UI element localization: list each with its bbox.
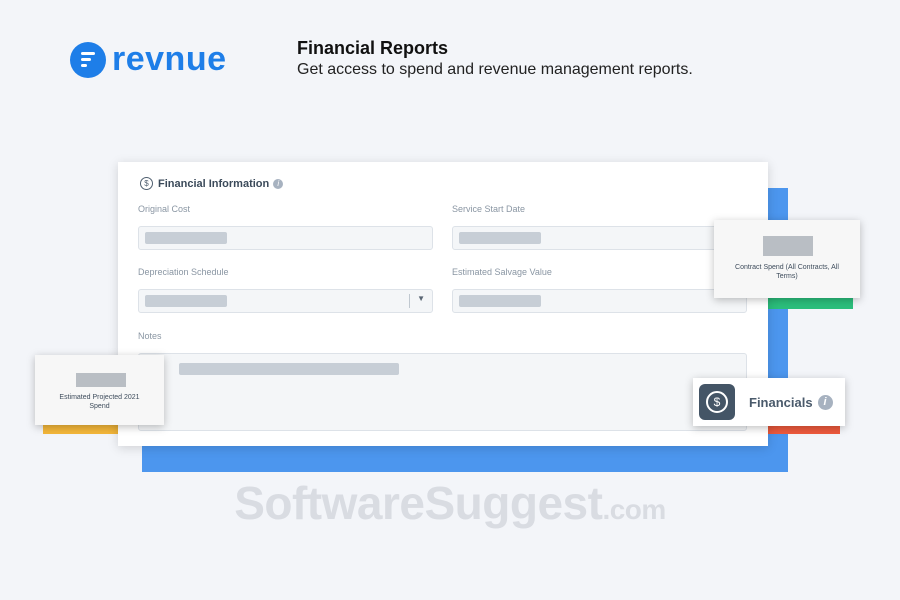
dollar-circle-icon: $ [706, 391, 728, 413]
depreciation-schedule-label: Depreciation Schedule [138, 267, 229, 277]
financials-label: Financials [749, 394, 813, 410]
redacted-value [145, 232, 227, 244]
page-subtitle: Get access to spend and revenue manageme… [297, 61, 693, 78]
card-title: Financial Information [158, 177, 270, 190]
redacted-value [763, 236, 813, 256]
notes-textarea[interactable] [138, 353, 747, 431]
depreciation-schedule-select[interactable]: ▼ [138, 289, 433, 313]
projected-spend-label: Estimated Projected 2021 Spend [59, 394, 140, 410]
page-header: Financial Reports Get access to spend an… [297, 38, 693, 79]
redacted-value [459, 295, 541, 307]
redacted-value [459, 232, 541, 244]
financials-badge[interactable]: $ Financials i [693, 378, 845, 426]
page-title: Financial Reports [297, 38, 449, 58]
watermark-suffix: .com [602, 494, 666, 525]
info-icon[interactable]: i [273, 178, 284, 189]
projected-spend-card: Estimated Projected 2021 Spend [35, 355, 164, 425]
logo-text: revnue [112, 40, 227, 78]
dollar-circle-icon: $ [140, 177, 153, 190]
financial-information-card: $ Financial Information i Original Cost … [118, 162, 768, 446]
estimated-salvage-value-label: Estimated Salvage Value [452, 267, 552, 277]
financials-icon-box: $ [699, 384, 735, 420]
watermark-text: SoftwareSuggest [234, 477, 603, 529]
redacted-value [179, 363, 399, 375]
info-icon[interactable]: i [817, 394, 833, 410]
select-separator [409, 294, 410, 308]
notes-label: Notes [138, 331, 162, 341]
chevron-down-icon[interactable]: ▼ [417, 294, 425, 303]
redacted-value [145, 295, 227, 307]
contract-spend-label: Contract Spend (All Contracts, All Terms… [735, 264, 839, 280]
card-header: $ Financial Information i [140, 177, 284, 190]
revnue-logo-icon [70, 41, 106, 78]
contract-spend-card: Contract Spend (All Contracts, All Terms… [714, 220, 860, 298]
original-cost-label: Original Cost [138, 204, 191, 214]
service-start-date-label: Service Start Date [452, 204, 526, 214]
service-start-date-input[interactable] [452, 226, 747, 250]
estimated-salvage-value-input[interactable] [452, 289, 747, 313]
watermark: SoftwareSuggest.com [0, 476, 900, 530]
redacted-value [76, 373, 126, 387]
revnue-logo: revnue [70, 40, 227, 79]
original-cost-input[interactable] [138, 226, 433, 250]
